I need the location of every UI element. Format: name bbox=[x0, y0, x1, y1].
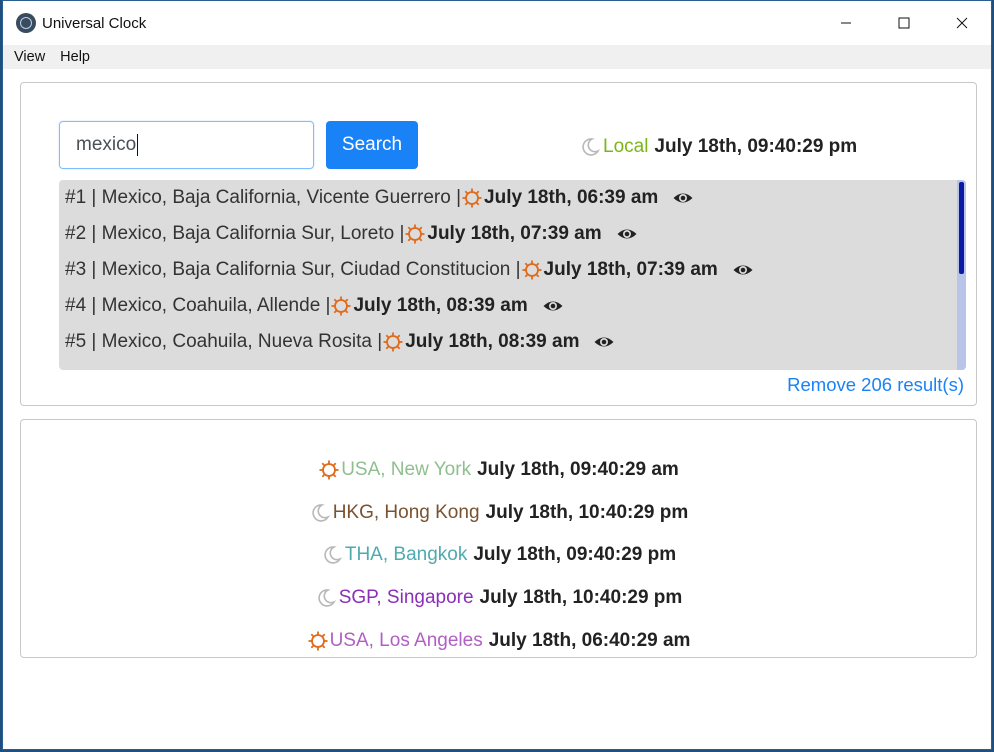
results-scrollbar[interactable] bbox=[957, 180, 966, 370]
world-clock-row: SGP, Singapore July 18th, 10:40:29 pm bbox=[21, 577, 976, 620]
world-clock-city: THA, Bangkok bbox=[344, 544, 468, 566]
menu-bar: View Help bbox=[3, 45, 991, 69]
minimize-button[interactable] bbox=[817, 1, 875, 45]
world-clock-city: SGP, Singapore bbox=[338, 587, 474, 609]
result-time: July 18th, 07:39 am bbox=[543, 259, 718, 280]
world-clock-city: HKG, Hong Kong bbox=[332, 501, 480, 523]
eye-icon[interactable] bbox=[732, 259, 754, 281]
result-location: #2 | Mexico, Baja California Sur, Loreto… bbox=[65, 223, 405, 244]
result-time: July 18th, 08:39 am bbox=[353, 295, 528, 316]
result-row[interactable]: #3 | Mexico, Baja California Sur, Ciudad… bbox=[59, 252, 966, 288]
menu-view[interactable]: View bbox=[14, 49, 45, 65]
world-clock-time: July 18th, 09:40:29 am bbox=[477, 459, 679, 481]
window-title: Universal Clock bbox=[42, 14, 147, 32]
search-button[interactable]: Search bbox=[326, 121, 418, 169]
world-clock-city: USA, Los Angeles bbox=[329, 629, 483, 651]
world-clock-time: July 18th, 10:40:29 pm bbox=[479, 587, 683, 609]
minimize-icon bbox=[841, 22, 851, 24]
results-list[interactable]: #1 | Mexico, Baja California, Vicente Gu… bbox=[59, 180, 966, 370]
result-location: #5 | Mexico, Coahuila, Nueva Rosita | bbox=[65, 331, 383, 352]
result-row[interactable]: #1 | Mexico, Baja California, Vicente Gu… bbox=[59, 180, 966, 216]
sun-icon bbox=[382, 331, 404, 353]
world-clock-time: July 18th, 06:40:29 am bbox=[488, 629, 691, 651]
world-clocks-list: USA, New York July 18th, 09:40:29 am HKG… bbox=[21, 420, 976, 662]
app-logo-icon bbox=[16, 13, 36, 33]
title-bar[interactable]: Universal Clock bbox=[3, 1, 991, 45]
world-clocks-panel: USA, New York July 18th, 09:40:29 am HKG… bbox=[20, 419, 977, 658]
local-clock: Local July 18th, 09:40:29 pm bbox=[579, 136, 857, 158]
result-row[interactable]: #4 | Mexico, Coahuila, Allende | July 18… bbox=[59, 288, 966, 324]
menu-help[interactable]: Help bbox=[60, 49, 90, 65]
moon-icon bbox=[321, 544, 343, 566]
sun-icon bbox=[404, 223, 426, 245]
result-location: #4 | Mexico, Coahuila, Allende | bbox=[65, 295, 331, 316]
world-clock-city: USA, New York bbox=[341, 459, 472, 481]
world-clock-row: USA, Los Angeles July 18th, 06:40:29 am bbox=[21, 619, 976, 662]
local-time: July 18th, 09:40:29 pm bbox=[654, 136, 858, 157]
world-clock-row: THA, Bangkok July 18th, 09:40:29 pm bbox=[21, 534, 976, 577]
result-location: #1 | Mexico, Baja California, Vicente Gu… bbox=[65, 187, 462, 208]
sun-icon bbox=[330, 295, 352, 317]
close-button[interactable] bbox=[933, 1, 991, 45]
world-clock-time: July 18th, 09:40:29 pm bbox=[473, 544, 677, 566]
scrollbar-thumb[interactable] bbox=[959, 182, 964, 274]
result-time: July 18th, 08:39 am bbox=[405, 331, 580, 352]
close-icon bbox=[956, 17, 968, 29]
result-location: #3 | Mexico, Baja California Sur, Ciudad… bbox=[65, 259, 521, 280]
result-row[interactable]: #5 | Mexico, Coahuila, Nueva Rosita | Ju… bbox=[59, 324, 966, 360]
app-window: Universal Clock View Help mexico Search … bbox=[2, 0, 992, 750]
sun-icon bbox=[461, 187, 483, 209]
maximize-button[interactable] bbox=[875, 1, 933, 45]
text-caret bbox=[137, 133, 139, 156]
world-clock-row: USA, New York July 18th, 09:40:29 am bbox=[21, 449, 976, 492]
sun-icon bbox=[307, 630, 329, 652]
moon-icon bbox=[315, 587, 337, 609]
sun-icon bbox=[521, 259, 543, 281]
eye-icon[interactable] bbox=[542, 295, 564, 317]
search-input-value: mexico bbox=[76, 134, 137, 155]
eye-icon[interactable] bbox=[672, 187, 694, 209]
search-input[interactable]: mexico bbox=[59, 121, 314, 169]
maximize-icon bbox=[898, 17, 910, 29]
result-time: July 18th, 06:39 am bbox=[484, 187, 659, 208]
local-label: Local bbox=[603, 136, 649, 157]
search-panel: mexico Search Local July 18th, 09:40:29 … bbox=[20, 82, 977, 406]
world-clock-row: HKG, Hong Kong July 18th, 10:40:29 pm bbox=[21, 492, 976, 535]
result-row[interactable]: #2 | Mexico, Baja California Sur, Loreto… bbox=[59, 216, 966, 252]
window-controls bbox=[817, 1, 991, 45]
world-clock-time: July 18th, 10:40:29 pm bbox=[485, 501, 689, 523]
moon-icon bbox=[579, 136, 601, 158]
sun-icon bbox=[318, 459, 340, 481]
result-time: July 18th, 07:39 am bbox=[427, 223, 602, 244]
eye-icon[interactable] bbox=[616, 223, 638, 245]
moon-icon bbox=[309, 502, 331, 524]
eye-icon[interactable] bbox=[593, 331, 615, 353]
remove-results-link[interactable]: Remove 206 result(s) bbox=[787, 374, 964, 396]
